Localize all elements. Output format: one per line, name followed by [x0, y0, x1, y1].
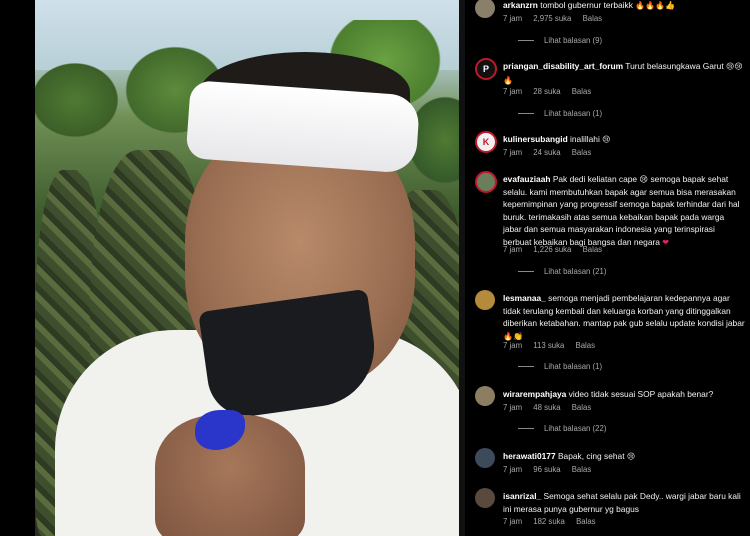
replies-divider — [518, 271, 534, 273]
comment-time: 7 jam — [503, 245, 523, 254]
comment-time: 7 jam — [503, 341, 523, 350]
comment-body: tombol gubernur terbaikk — [540, 0, 633, 10]
comment-likes[interactable]: 28 suka — [533, 87, 560, 96]
comment-meta: 7 jam 48 suka Balas — [503, 403, 600, 412]
comment-emoji: 🔥🔥🔥👍 — [635, 1, 676, 10]
view-replies-label: Lihat balasan (21) — [544, 267, 607, 276]
comment-text: priangan_disability_art_forum Turut bela… — [503, 60, 745, 87]
reply-button[interactable]: Balas — [572, 148, 592, 157]
reply-button[interactable]: Balas — [583, 245, 603, 254]
replies-divider — [518, 113, 534, 115]
user-avatar[interactable] — [475, 488, 495, 508]
comment-username[interactable]: arkanzrn — [503, 0, 538, 10]
comment-text: kulinersubangid inalillahi 😢 — [503, 133, 745, 147]
comment-text: evafauziaah Pak dedi keliatan cape 😢 sem… — [503, 173, 745, 250]
comment-likes[interactable]: 48 suka — [533, 403, 560, 412]
comment-likes[interactable]: 1,226 suka — [533, 245, 571, 254]
comment-time: 7 jam — [503, 87, 523, 96]
user-avatar[interactable]: P — [475, 58, 497, 80]
comment-emoji: ❤ — [662, 237, 669, 247]
replies-divider — [518, 40, 534, 42]
user-avatar[interactable] — [475, 290, 495, 310]
comment-meta: 7 jam 2,975 suka Balas — [503, 14, 611, 23]
reply-button[interactable]: Balas — [572, 87, 592, 96]
comment-body: inalillahi — [570, 134, 600, 144]
comment-text: herawati0177 Bapak, cing sehat 😢 — [503, 450, 745, 464]
comment-body: Turut belasungkawa Garut — [625, 61, 724, 71]
video-frame[interactable] — [35, 0, 463, 536]
view-replies-label: Lihat balasan (9) — [544, 36, 603, 45]
comment-meta: 7 jam 28 suka Balas — [503, 87, 600, 96]
comment-likes[interactable]: 2,975 suka — [533, 14, 571, 23]
reply-button[interactable]: Balas — [572, 465, 592, 474]
comment-username[interactable]: priangan_disability_art_forum — [503, 61, 623, 71]
view-replies-button[interactable]: Lihat balasan (9) — [518, 36, 602, 45]
view-replies-label: Lihat balasan (1) — [544, 109, 603, 118]
comment-text: wirarempahjaya video tidak sesuai SOP ap… — [503, 388, 745, 401]
video-man-headband — [185, 80, 421, 174]
reply-button[interactable]: Balas — [576, 341, 596, 350]
comment-username[interactable]: evafauziaah — [503, 174, 550, 184]
comment-emoji: 🔥👏 — [503, 331, 523, 341]
view-replies-label: Lihat balasan (22) — [544, 424, 607, 433]
reply-button[interactable]: Balas — [583, 14, 603, 23]
user-avatar[interactable] — [475, 171, 497, 193]
comment-likes[interactable]: 24 suka — [533, 148, 560, 157]
comment-meta: 7 jam 1,226 suka Balas — [503, 245, 611, 254]
comment-time: 7 jam — [503, 403, 523, 412]
view-replies-button[interactable]: Lihat balasan (22) — [518, 424, 606, 433]
view-replies-label: Lihat balasan (1) — [544, 362, 603, 371]
comment-username[interactable]: herawati0177 — [503, 451, 556, 461]
user-avatar[interactable] — [475, 448, 495, 468]
user-avatar[interactable] — [475, 0, 495, 18]
view-replies-button[interactable]: Lihat balasan (21) — [518, 267, 606, 276]
comments-panel[interactable]: arkanzrn tombol gubernur terbaikk 🔥🔥🔥👍 7… — [465, 0, 750, 536]
comment-username[interactable]: lesmanaa_ — [503, 293, 546, 303]
comment-meta: 7 jam 96 suka Balas — [503, 465, 600, 474]
comment-time: 7 jam — [503, 148, 523, 157]
comment-text: arkanzrn tombol gubernur terbaikk 🔥🔥🔥👍 — [503, 0, 745, 13]
view-replies-button[interactable]: Lihat balasan (1) — [518, 109, 602, 118]
comment-username[interactable]: isanrizal_ — [503, 491, 541, 501]
comment-meta: 7 jam 113 suka Balas — [503, 341, 604, 350]
user-avatar[interactable]: K — [475, 131, 497, 153]
comment-body: video tidak sesuai SOP apakah benar? — [568, 389, 714, 399]
comment-username[interactable]: wirarempahjaya — [503, 389, 566, 399]
replies-divider — [518, 366, 534, 368]
view-replies-button[interactable]: Lihat balasan (1) — [518, 362, 602, 371]
comment-time: 7 jam — [503, 465, 523, 474]
reply-button[interactable]: Balas — [572, 403, 592, 412]
comment-meta: 7 jam 182 suka Balas — [503, 517, 605, 526]
comment-username[interactable]: kulinersubangid — [503, 134, 568, 144]
comment-body: Bapak, cing sehat — [557, 451, 625, 461]
comment-time: 7 jam — [503, 14, 523, 23]
user-avatar[interactable] — [475, 386, 495, 406]
reply-button[interactable]: Balas — [576, 517, 596, 526]
comment-likes[interactable]: 182 suka — [533, 517, 565, 526]
video-player[interactable] — [0, 0, 465, 536]
comment-meta: 7 jam 24 suka Balas — [503, 148, 600, 157]
comment-text: lesmanaa_ semoga menjadi pembelajaran ke… — [503, 292, 745, 343]
comment-emoji: 😢 — [626, 452, 636, 461]
comment-emoji: 😢 — [602, 135, 611, 144]
replies-divider — [518, 428, 534, 430]
comment-time: 7 jam — [503, 517, 523, 526]
comment-likes[interactable]: 96 suka — [533, 465, 560, 474]
comment-likes[interactable]: 113 suka — [533, 341, 564, 350]
comment-text: isanrizal_ Semoga sehat selalu pak Dedy.… — [503, 490, 745, 515]
comment-body: Pak dedi keliatan cape 😢 semoga bapak se… — [503, 174, 740, 247]
